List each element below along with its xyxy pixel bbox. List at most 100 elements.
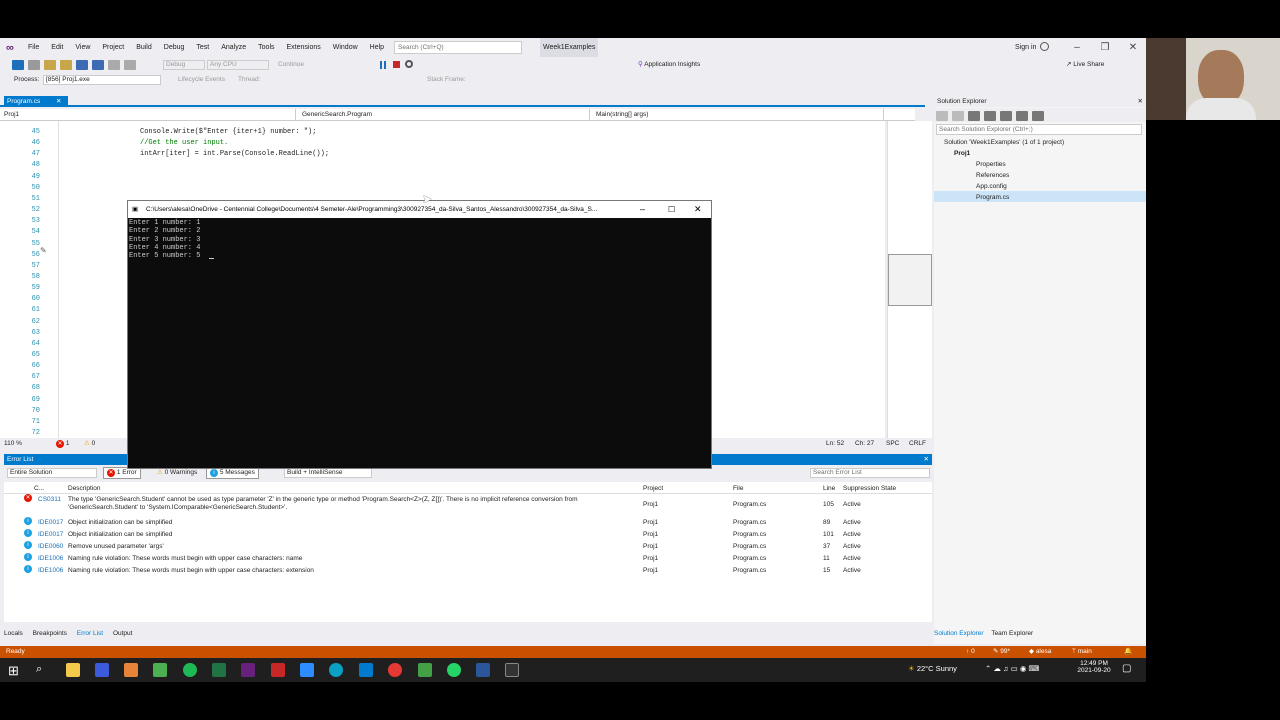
menu-test[interactable]: Test xyxy=(190,38,215,57)
solution-explorer-close-icon[interactable]: ✕ xyxy=(1138,96,1143,107)
table-row[interactable]: i IDE1006 Naming rule violation: These wor… xyxy=(4,565,932,576)
app-icon[interactable] xyxy=(124,663,138,677)
message-code[interactable]: IDE1006 xyxy=(38,565,63,576)
status-errors[interactable]: ↑ 0 xyxy=(966,646,975,658)
message-code[interactable]: IDE0017 xyxy=(38,517,63,528)
restart-icon[interactable] xyxy=(405,60,413,68)
status-changes[interactable]: ✎ 99* xyxy=(993,646,1010,658)
message-code[interactable]: IDE0017 xyxy=(38,529,63,540)
message-code[interactable]: IDE0060 xyxy=(38,541,63,552)
menu-extensions[interactable]: Extensions xyxy=(281,38,327,57)
tab-locals[interactable]: Locals xyxy=(4,630,23,637)
tab-program-cs[interactable]: Program.cs ✕ xyxy=(4,96,68,107)
status-user[interactable]: ◆ alesa xyxy=(1029,646,1051,658)
tab-output[interactable]: Output xyxy=(113,630,133,637)
column-file[interactable]: File xyxy=(733,483,743,494)
file-explorer-icon[interactable] xyxy=(66,663,80,677)
column-project[interactable]: Project xyxy=(643,483,663,494)
home-icon[interactable] xyxy=(968,111,980,121)
lifecycle-events-button[interactable]: Lifecycle Events xyxy=(178,73,225,87)
whatsapp-icon[interactable] xyxy=(447,663,461,677)
menu-debug[interactable]: Debug xyxy=(158,38,191,57)
forward-icon[interactable] xyxy=(28,60,40,70)
teams-icon[interactable] xyxy=(95,663,109,677)
tab-solution-explorer[interactable]: Solution Explorer xyxy=(934,630,984,637)
scope-select[interactable]: Entire Solution xyxy=(7,468,97,478)
menu-project[interactable]: Project xyxy=(96,38,130,57)
errors-indicator[interactable]: ✕ 1 xyxy=(56,438,69,450)
edge-icon[interactable] xyxy=(329,663,343,677)
se-forward-icon[interactable] xyxy=(952,111,964,121)
column-line[interactable]: Line xyxy=(823,483,835,494)
console-title-bar[interactable]: ▣ C:\Users\alesa\OneDrive - Centennial C… xyxy=(128,201,711,218)
windows-start-icon[interactable]: ⊞ xyxy=(8,663,19,679)
close-icon[interactable]: ✕ xyxy=(1122,40,1144,55)
tab-breakpoints[interactable]: Breakpoints xyxy=(33,630,67,637)
search-icon[interactable]: ⌕ xyxy=(36,663,42,676)
back-icon[interactable] xyxy=(12,60,24,70)
warnings-indicator[interactable]: ⚠ 0 xyxy=(84,438,95,450)
menu-tools[interactable]: Tools xyxy=(252,38,280,57)
table-row[interactable]: i IDE0060 Remove unused parameter 'args' Pr… xyxy=(4,541,932,552)
new-project-icon[interactable] xyxy=(44,60,56,70)
error-code[interactable]: CS0311 xyxy=(38,494,61,505)
word-icon[interactable] xyxy=(476,663,490,677)
refresh-icon[interactable] xyxy=(1000,111,1012,121)
class-dropdown[interactable]: GenericSearch.Program xyxy=(298,109,590,120)
tab-team-explorer[interactable]: Team Explorer xyxy=(991,630,1033,637)
clock[interactable]: 12:49 PM 2021-09-20 xyxy=(1076,660,1112,674)
save-icon[interactable] xyxy=(76,60,88,70)
undo-icon[interactable] xyxy=(108,60,120,70)
console-minimize-icon[interactable]: – xyxy=(640,201,645,218)
zoom-level[interactable]: 110 % xyxy=(4,438,22,450)
zoom-icon[interactable] xyxy=(300,663,314,677)
column-description[interactable]: Description xyxy=(68,483,101,494)
table-row[interactable]: i IDE0017 Object initialization can be sim… xyxy=(4,529,932,540)
minimap-viewport[interactable] xyxy=(888,254,932,306)
continue-button[interactable]: Continue xyxy=(278,57,304,73)
status-branch[interactable]: ᛘ main xyxy=(1072,646,1092,658)
excel-icon[interactable] xyxy=(212,663,226,677)
chrome-icon[interactable] xyxy=(388,663,402,677)
se-back-icon[interactable] xyxy=(936,111,948,121)
console-maximize-icon[interactable]: ☐ xyxy=(668,201,675,218)
sync-icon[interactable] xyxy=(984,111,996,121)
notification-center-icon[interactable]: ▢ xyxy=(1122,663,1131,674)
menu-build[interactable]: Build xyxy=(130,38,158,57)
menu-view[interactable]: View xyxy=(69,38,96,57)
menu-file[interactable]: File xyxy=(22,38,45,57)
menu-window[interactable]: Window xyxy=(327,38,364,57)
tree-solution[interactable]: Solution 'Week1Examples' (1 of 1 project… xyxy=(944,137,1064,148)
vscode-icon[interactable] xyxy=(359,663,373,677)
pause-icon[interactable] xyxy=(380,61,386,69)
menu-help[interactable]: Help xyxy=(364,38,390,57)
tab-close-icon[interactable]: ✕ xyxy=(56,98,61,105)
message-code[interactable]: IDE1006 xyxy=(38,553,63,564)
tree-program-cs[interactable]: Program.cs xyxy=(976,192,1009,203)
console-window[interactable]: ▣ C:\Users\alesa\OneDrive - Centennial C… xyxy=(127,200,712,469)
pdf-icon[interactable] xyxy=(271,663,285,677)
menu-analyze[interactable]: Analyze xyxy=(215,38,252,57)
live-share-button[interactable]: ↗ Live Share xyxy=(1066,57,1104,73)
restore-icon[interactable]: ❐ xyxy=(1094,40,1116,55)
table-row[interactable]: i IDE0017 Object initialization can be sim… xyxy=(4,517,932,528)
platform-select[interactable]: Any CPU xyxy=(207,60,269,70)
app-icon-3[interactable] xyxy=(418,663,432,677)
wrench-icon[interactable] xyxy=(1032,111,1044,121)
spotify-icon[interactable] xyxy=(183,663,197,677)
table-row[interactable]: ✕ CS0311 The type 'GenericSearch.Student… xyxy=(4,494,932,516)
save-all-icon[interactable] xyxy=(92,60,104,70)
account-icon[interactable] xyxy=(1040,42,1049,51)
code-minimap[interactable] xyxy=(887,121,932,438)
sign-in-link[interactable]: Sign in xyxy=(1015,38,1036,57)
weather-widget[interactable]: ☀ 22°C Sunny xyxy=(908,664,957,673)
column-suppression-state[interactable]: Suppression State xyxy=(843,483,896,494)
config-select[interactable]: Debug xyxy=(163,60,205,70)
process-select[interactable]: [856] Proj1.exe xyxy=(43,75,161,85)
menu-edit[interactable]: Edit xyxy=(45,38,69,57)
stop-icon[interactable] xyxy=(393,61,400,68)
collapse-all-icon[interactable] xyxy=(1016,111,1028,121)
build-filter-select[interactable]: Build + IntelliSense xyxy=(284,468,372,478)
notifications-icon[interactable]: 🔔 xyxy=(1124,646,1132,658)
console-close-icon[interactable]: ✕ xyxy=(694,201,702,218)
